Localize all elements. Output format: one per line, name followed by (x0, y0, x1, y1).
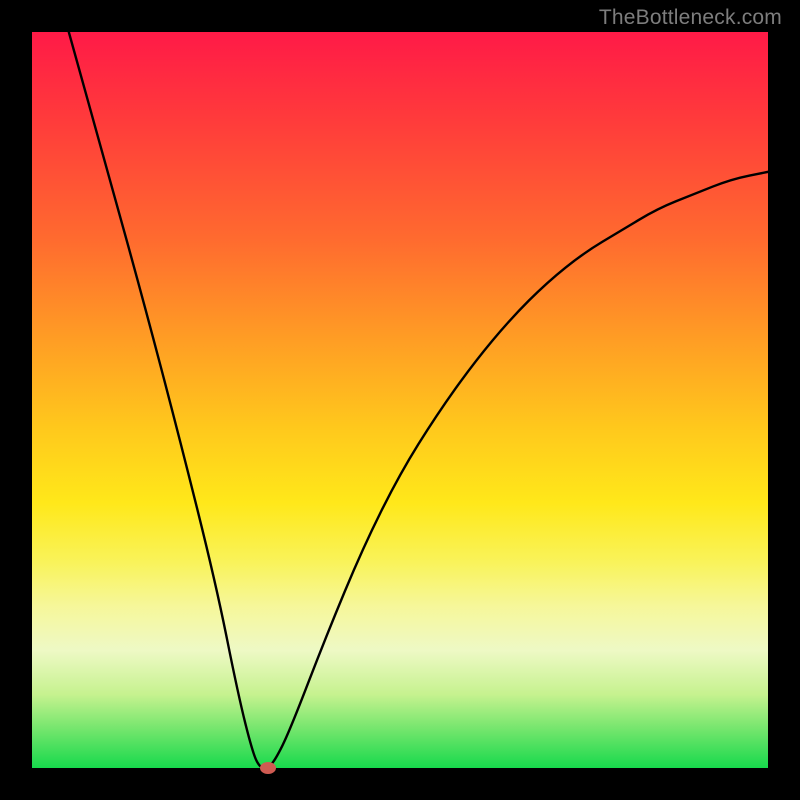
chart-frame: TheBottleneck.com (0, 0, 800, 800)
bottleneck-curve (32, 32, 768, 768)
watermark-text: TheBottleneck.com (599, 6, 782, 30)
plot-area (32, 32, 768, 768)
optimum-marker (260, 762, 276, 774)
